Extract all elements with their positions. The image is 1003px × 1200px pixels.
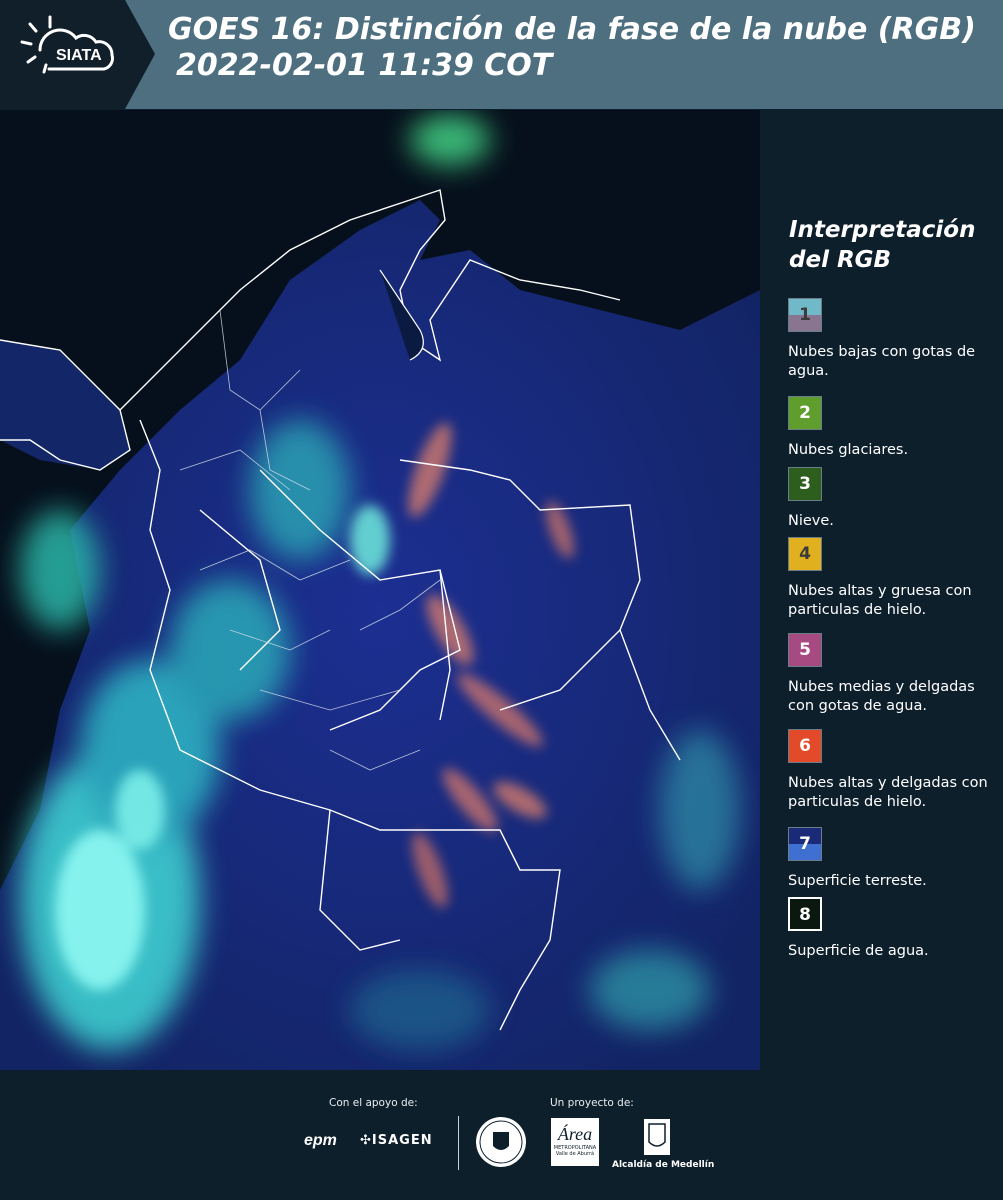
legend-item: 7 Superficie terreste. (788, 827, 1003, 891)
legend-number: 5 (799, 640, 811, 660)
legend-label: Nubes altas y gruesa con particulas de h… (788, 583, 972, 618)
legend-swatch: 8 (788, 897, 822, 931)
legend-swatch: 3 (788, 467, 822, 501)
support-label: Con el apoyo de: (329, 1097, 418, 1109)
alcaldia-text: Alcaldía de Medellín (612, 1160, 715, 1170)
legend-item: 2 Nubes glaciares. (788, 396, 1003, 460)
title-line-1: GOES 16: Distinción de la fase de la nub… (168, 12, 976, 47)
isagen-icon: ✣ (360, 1133, 372, 1148)
legend-number: 2 (799, 403, 811, 423)
footer: Con el apoyo de: Un proyecto de: epm ✣IS… (0, 1070, 1003, 1200)
legend-number: 6 (799, 736, 811, 756)
isagen-text: ISAGEN (371, 1133, 433, 1148)
legend-label: Nubes glaciares. (788, 442, 909, 458)
satellite-image (0, 110, 760, 1070)
legend-item: 8 Superficie de agua. (788, 897, 1003, 961)
legend-panel: Interpretación del RGB 1 Nubes bajas con … (762, 110, 1003, 1070)
legend-item: 4 Nubes altas y gruesa con particulas de … (788, 537, 1003, 620)
legend-label: Superficie terreste. (788, 873, 927, 889)
legend-label: Nieve. (788, 513, 834, 529)
isagen-logo: ✣ISAGEN (360, 1133, 433, 1148)
area-logo-sub2: Valle de Aburrá (555, 1151, 595, 1157)
legend-number: 8 (799, 905, 811, 925)
legend-swatch: 1 (788, 298, 822, 332)
siata-logo-text: SIATA (56, 47, 102, 64)
legend-item: 6 Nubes altas y delgadas con particulas d… (788, 729, 1003, 812)
logo-panel: SIATA (0, 0, 155, 109)
footer-divider (458, 1116, 459, 1170)
epm-logo: epm (304, 1132, 337, 1149)
legend-label: Superficie de agua. (788, 943, 929, 959)
government-seal-icon (476, 1117, 526, 1167)
project-label: Un proyecto de: (550, 1097, 634, 1109)
page-title: GOES 16: Distinción de la fase de la nub… (168, 12, 976, 84)
legend-number: 4 (799, 544, 811, 564)
satellite-map-svg (0, 110, 760, 1070)
title-line-2: 2022-02-01 11:39 COT (176, 48, 553, 83)
legend-item: 3 Nieve. (788, 467, 1003, 531)
legend-title-line-2: del RGB (789, 247, 892, 273)
area-logo-text: Área (557, 1124, 593, 1144)
legend-number: 7 (799, 834, 811, 854)
alcaldia-shield-icon (644, 1119, 670, 1155)
legend-swatch: 6 (788, 729, 822, 763)
legend-swatch: 7 (788, 827, 822, 861)
legend-swatch: 2 (788, 396, 822, 430)
legend-label: Nubes altas y delgadas con particulas de… (788, 775, 988, 810)
legend-item: 1 Nubes bajas con gotas de agua. (788, 298, 1003, 381)
legend-label: Nubes bajas con gotas de agua. (788, 344, 976, 379)
legend-swatch: 5 (788, 633, 822, 667)
area-metropolitana-logo: Área METROPOLITANA Valle de Aburrá (551, 1118, 599, 1166)
legend-swatch: 4 (788, 537, 822, 571)
header: SIATA GOES 16: Distinción de la fase de … (0, 0, 1003, 109)
legend-number: 3 (799, 474, 811, 494)
legend-item: 5 Nubes medias y delgadas con gotas de ag… (788, 633, 1003, 716)
legend-title: Interpretación del RGB (789, 215, 989, 275)
legend-label: Nubes medias y delgadas con gotas de agu… (788, 679, 975, 714)
legend-title-line-1: Interpretación (789, 217, 976, 243)
legend-number: 1 (799, 305, 811, 325)
